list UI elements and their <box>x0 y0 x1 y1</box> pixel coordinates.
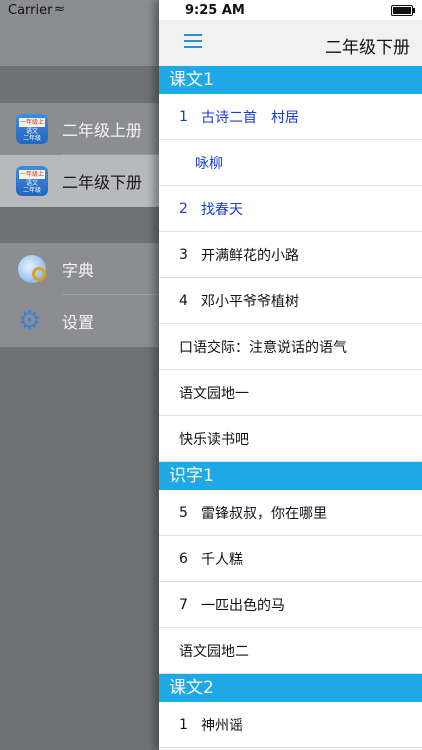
textbook-icon: 一年级上 语文 二年级 <box>16 166 48 196</box>
lesson-row[interactable]: 咏柳 <box>159 140 422 186</box>
sidebar: Carrier ≈ 一年级上 语文 二年级 二年级上册 一年级上 语文 二年级 二年… <box>0 0 175 750</box>
lesson-list: 课文1 1 古诗二首 村居 咏柳 2 找春天 3 开满鲜花的小路 4 邓小平爷爷植树 口… <box>159 66 422 748</box>
gear-icon: ⚙ <box>18 306 42 336</box>
status-time: 9:25 AM <box>185 3 245 18</box>
lesson-row[interactable]: 快乐读书吧 <box>159 416 422 462</box>
section-header: 课文1 <box>159 66 422 94</box>
sidebar-item-label: 设置 <box>62 313 95 332</box>
lesson-row[interactable]: 3 开满鲜花的小路 <box>159 232 422 278</box>
nav-bar: 二年级下册 <box>159 20 422 66</box>
lesson-row[interactable]: 1 神州谣 <box>159 702 422 748</box>
sidebar-header: Carrier ≈ <box>0 0 175 66</box>
section-header: 课文2 <box>159 674 422 702</box>
lesson-row[interactable]: 口语交际：注意说话的语气 <box>159 324 422 370</box>
menu-icon[interactable] <box>184 34 202 48</box>
wifi-icon: ≈ <box>54 2 65 17</box>
lesson-row[interactable]: 2 找春天 <box>159 186 422 232</box>
sidebar-item-dictionary[interactable]: 字典 <box>0 243 175 295</box>
dictionary-icon <box>18 255 46 283</box>
lesson-row[interactable]: 5 雷锋叔叔，你在哪里 <box>159 490 422 536</box>
sidebar-item-grade2-vol1[interactable]: 一年级上 语文 二年级 二年级上册 <box>0 103 175 155</box>
lesson-row[interactable]: 6 千人糕 <box>159 536 422 582</box>
sidebar-books-group: 一年级上 语文 二年级 二年级上册 一年级上 语文 二年级 二年级下册 <box>0 103 175 207</box>
lesson-row[interactable]: 语文园地一 <box>159 370 422 416</box>
sidebar-item-settings[interactable]: ⚙ 设置 <box>0 295 175 347</box>
lesson-panel: 9:25 AM 二年级下册 课文1 1 古诗二首 村居 咏柳 2 找春天 3 开满鲜花… <box>159 0 422 750</box>
sidebar-item-label: 字典 <box>62 261 95 280</box>
page-title: 二年级下册 <box>325 38 410 58</box>
lesson-row[interactable]: 4 邓小平爷爷植树 <box>159 278 422 324</box>
sidebar-item-grade2-vol2[interactable]: 一年级上 语文 二年级 二年级下册 <box>0 155 175 207</box>
carrier-label: Carrier <box>8 3 53 18</box>
sidebar-item-label: 二年级上册 <box>62 121 143 140</box>
lesson-row[interactable]: 语文园地二 <box>159 628 422 674</box>
section-header: 识字1 <box>159 462 422 490</box>
battery-icon <box>391 5 415 16</box>
sidebar-tools-group: 字典 ⚙ 设置 <box>0 243 175 347</box>
sidebar-item-label: 二年级下册 <box>62 173 143 192</box>
lesson-row[interactable]: 1 古诗二首 村居 <box>159 94 422 140</box>
status-bar: 9:25 AM <box>159 0 422 20</box>
lesson-row[interactable]: 7 一匹出色的马 <box>159 582 422 628</box>
textbook-icon: 一年级上 语文 二年级 <box>16 114 48 144</box>
